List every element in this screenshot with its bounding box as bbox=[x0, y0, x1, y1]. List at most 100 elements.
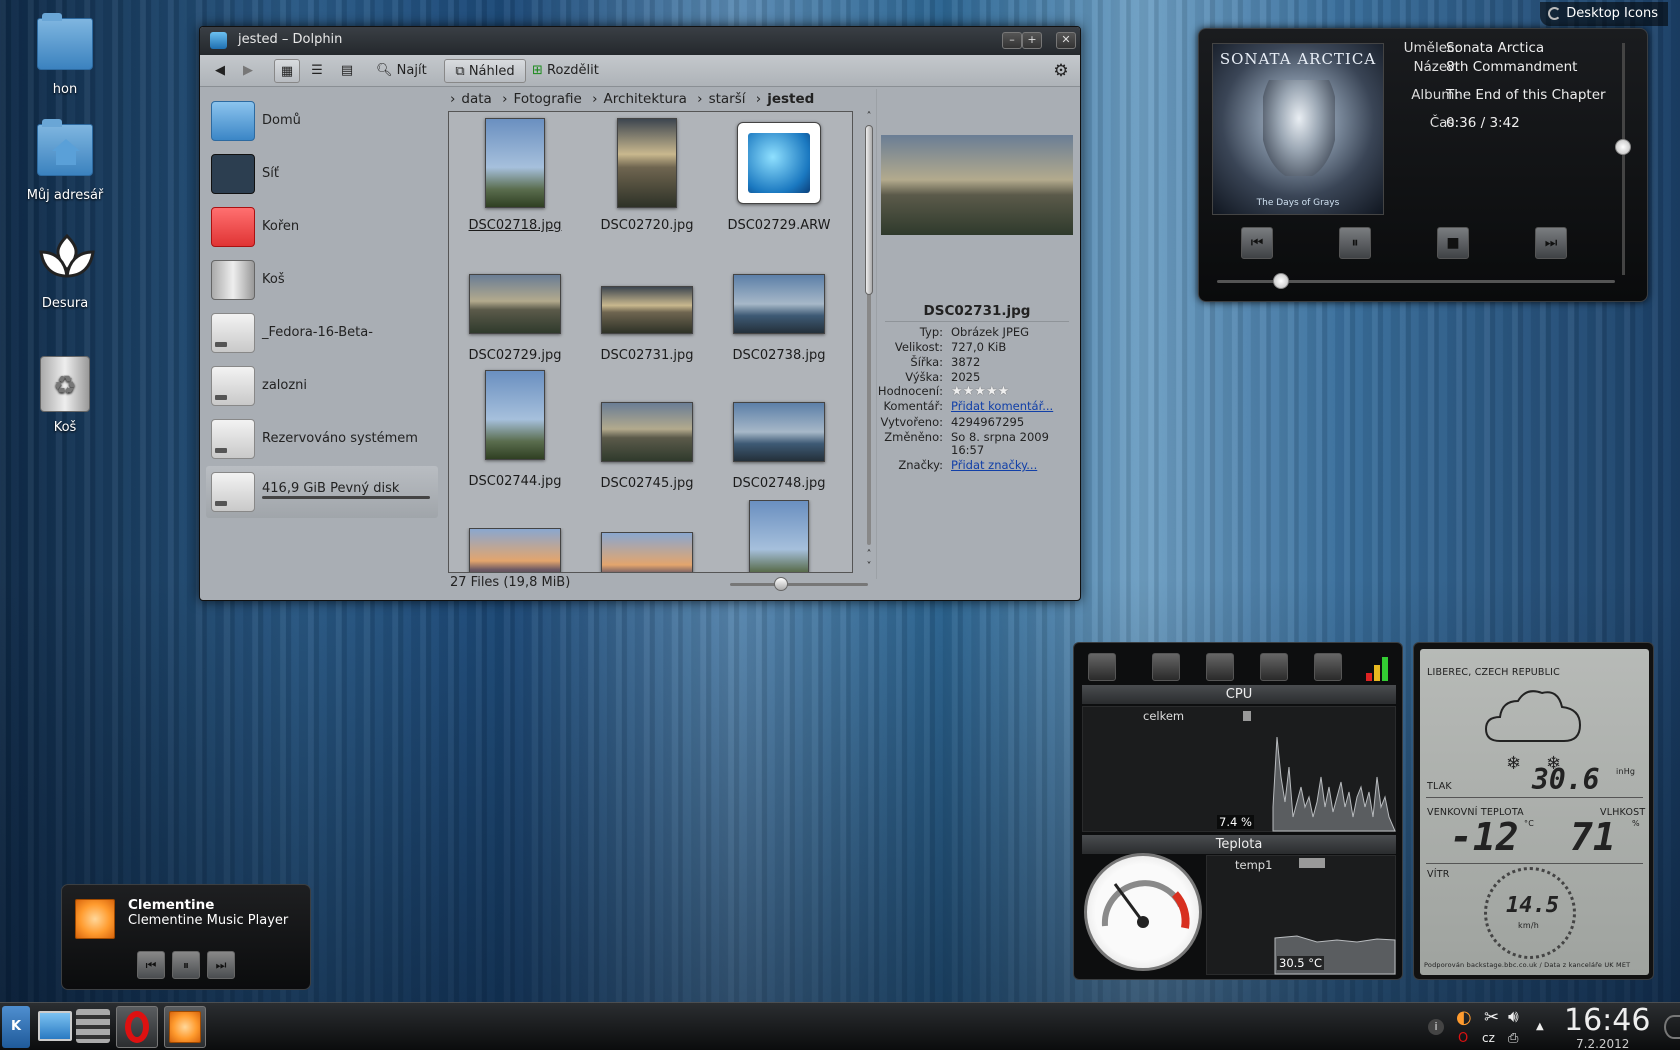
zoom-slider-handle[interactable] bbox=[774, 577, 788, 591]
weather-credit[interactable]: Podporován backstage.bbc.co.uk / Data z … bbox=[1424, 961, 1630, 969]
breadcrumb-current[interactable]: jested bbox=[767, 91, 814, 107]
rating-stars[interactable]: ★★★★★ bbox=[951, 384, 1009, 399]
previous-track-button[interactable]: ⏮ bbox=[137, 951, 165, 979]
icons-view-button[interactable]: ▦ bbox=[274, 59, 300, 83]
columns-view-button[interactable]: ▤ bbox=[334, 59, 360, 83]
desktop-icon-trash[interactable]: Koš bbox=[15, 356, 115, 435]
previous-icon: ⏮ bbox=[145, 958, 157, 972]
network-icon[interactable] bbox=[1260, 653, 1288, 681]
desktop-icon-desura[interactable]: Desura bbox=[15, 232, 115, 311]
preview-button[interactable]: ⧉ Náhled bbox=[444, 59, 526, 83]
seek-slider-handle[interactable] bbox=[1272, 273, 1289, 289]
add-tags-link[interactable]: Přidat značky... bbox=[951, 458, 1037, 472]
pause-button[interactable]: ⏸ bbox=[1339, 227, 1371, 259]
places-item-trash[interactable]: Koš bbox=[206, 254, 438, 306]
places-item-home[interactable]: Domů bbox=[206, 95, 438, 147]
breadcrumb-item[interactable]: data bbox=[461, 91, 491, 107]
places-item-root[interactable]: Kořen bbox=[206, 201, 438, 253]
forward-icon[interactable]: ▶ bbox=[236, 59, 260, 83]
info-icon[interactable]: i bbox=[1428, 1019, 1444, 1035]
desktop-icons-toolbox-button[interactable]: Desktop Icons bbox=[1540, 2, 1668, 26]
file-item[interactable]: DSC02729.jpg bbox=[449, 274, 581, 363]
places-item-network[interactable]: Síť bbox=[206, 148, 438, 200]
klipper-icon[interactable]: ✂ bbox=[1484, 1007, 1499, 1028]
find-button[interactable]: 🔍︎ Najít bbox=[376, 59, 436, 83]
weather-lcd: LIBEREC, CZECH REPUBLIC ❄ ❄ TLAK 30.6 in… bbox=[1420, 649, 1649, 975]
volume-slider[interactable] bbox=[1615, 43, 1631, 275]
search-icon: 🔍︎ bbox=[376, 63, 393, 78]
hdd-icon[interactable] bbox=[1152, 653, 1180, 681]
outdoor-temperature-value: -12 bbox=[1450, 815, 1519, 859]
window-titlebar[interactable]: jested – Dolphin – + ✕ bbox=[200, 27, 1080, 55]
task-manager-icon[interactable] bbox=[76, 1009, 110, 1043]
dolphin-app-icon[interactable] bbox=[210, 32, 227, 49]
stop-button[interactable]: ■ bbox=[1437, 227, 1469, 259]
places-item-harddisk[interactable]: 416,9 GiB Pevný disk bbox=[206, 466, 438, 518]
printer-icon[interactable]: ⎙ bbox=[1508, 1031, 1518, 1046]
breadcrumb-item[interactable]: Architektura bbox=[604, 91, 687, 107]
places-item-fedora[interactable]: _Fedora-16-Beta- bbox=[206, 307, 438, 359]
seek-slider[interactable] bbox=[1217, 273, 1615, 289]
file-item[interactable]: DSC02731.jpg bbox=[581, 286, 713, 363]
back-icon[interactable]: ◀ bbox=[208, 59, 232, 83]
scroll-up-icon[interactable]: ˄ bbox=[862, 111, 876, 123]
sensor-icon-bar bbox=[1082, 649, 1394, 685]
root-folder-icon bbox=[211, 207, 255, 247]
task-clementine[interactable] bbox=[164, 1006, 206, 1048]
scroll-down-icon[interactable]: ˄ ˅ bbox=[862, 549, 876, 573]
kde-menu-button[interactable]: K bbox=[2, 1006, 30, 1048]
add-comment-link[interactable]: Přidat komentář... bbox=[951, 399, 1053, 413]
file-view[interactable]: DSC02718.jpg DSC02720.jpg DSC02729.ARW D… bbox=[448, 111, 853, 573]
keyboard-layout[interactable]: cz bbox=[1482, 1031, 1495, 1045]
next-track-button[interactable]: ⏭ bbox=[1535, 227, 1567, 259]
expand-tray-icon[interactable]: ▲ bbox=[1536, 1021, 1544, 1032]
breadcrumb-item[interactable]: Fotografie bbox=[514, 91, 582, 107]
file-thumbnail bbox=[469, 528, 561, 572]
time-value: 0:36 / 3:42 bbox=[1446, 115, 1520, 131]
scrollbar-thumb[interactable] bbox=[865, 125, 873, 295]
places-item-zalozni[interactable]: zalozni bbox=[206, 360, 438, 412]
task-opera[interactable] bbox=[116, 1006, 158, 1048]
clementine-title: Clementine bbox=[128, 897, 215, 913]
minimize-button[interactable]: – bbox=[1002, 32, 1022, 49]
details-view-button[interactable]: ☰ bbox=[304, 59, 330, 83]
file-item[interactable]: DSC02729.ARW bbox=[713, 118, 845, 233]
volume-slider-handle[interactable] bbox=[1615, 139, 1631, 156]
file-item[interactable]: DSC02720.jpg bbox=[581, 118, 713, 233]
file-item[interactable]: DSC02738.jpg bbox=[713, 274, 845, 363]
desktop-icon-home[interactable]: Můj adresář bbox=[15, 119, 115, 203]
vertical-scrollbar[interactable]: ˄ ˄ ˅ bbox=[862, 111, 876, 573]
gear-icon[interactable]: ⚙ bbox=[1048, 59, 1074, 83]
breadcrumb-item[interactable]: starší bbox=[709, 91, 746, 107]
next-icon: ⏭ bbox=[215, 958, 227, 972]
opera-tray-icon[interactable]: O bbox=[1458, 1031, 1468, 1046]
places-item-reserved[interactable]: Rezervováno systémem bbox=[206, 413, 438, 465]
folder-icon bbox=[37, 13, 93, 78]
file-item[interactable]: DSC02745.jpg bbox=[581, 402, 713, 491]
close-button[interactable]: ✕ bbox=[1056, 32, 1076, 49]
split-button[interactable]: ⊞ Rozdělit bbox=[532, 59, 610, 83]
clock-time[interactable]: 16:46 bbox=[1564, 1003, 1650, 1038]
pause-button[interactable]: ⏸ bbox=[172, 951, 200, 979]
show-desktop-icon[interactable] bbox=[38, 1011, 72, 1041]
maximize-button[interactable]: + bbox=[1022, 32, 1042, 49]
volume-icon[interactable]: 🔊︎ bbox=[1508, 1007, 1519, 1027]
zoom-slider[interactable] bbox=[730, 577, 868, 591]
cpu-icon[interactable] bbox=[1206, 653, 1234, 681]
previous-track-button[interactable]: ⏮ bbox=[1241, 227, 1273, 259]
disk-icon[interactable] bbox=[1088, 653, 1116, 681]
file-item[interactable]: DSC02718.jpg bbox=[449, 118, 581, 233]
clock-date: 7.2.2012 bbox=[1576, 1037, 1630, 1050]
desktop-icon-hon[interactable]: hon bbox=[15, 13, 115, 97]
file-item[interactable]: DSC02748.jpg bbox=[713, 402, 845, 491]
signal-bars-icon[interactable] bbox=[1364, 655, 1392, 681]
next-track-button[interactable]: ⏭ bbox=[207, 951, 235, 979]
file-item[interactable]: DSC02744.jpg bbox=[449, 370, 581, 489]
cpu-header: CPU bbox=[1082, 685, 1396, 704]
chip-icon[interactable] bbox=[1314, 653, 1342, 681]
file-item[interactable] bbox=[449, 528, 581, 572]
panel-toolbox-icon[interactable] bbox=[1664, 1015, 1680, 1039]
file-item[interactable] bbox=[713, 500, 845, 572]
clementine-tray-icon[interactable]: ◐ bbox=[1456, 1007, 1472, 1028]
file-item[interactable] bbox=[581, 532, 713, 572]
